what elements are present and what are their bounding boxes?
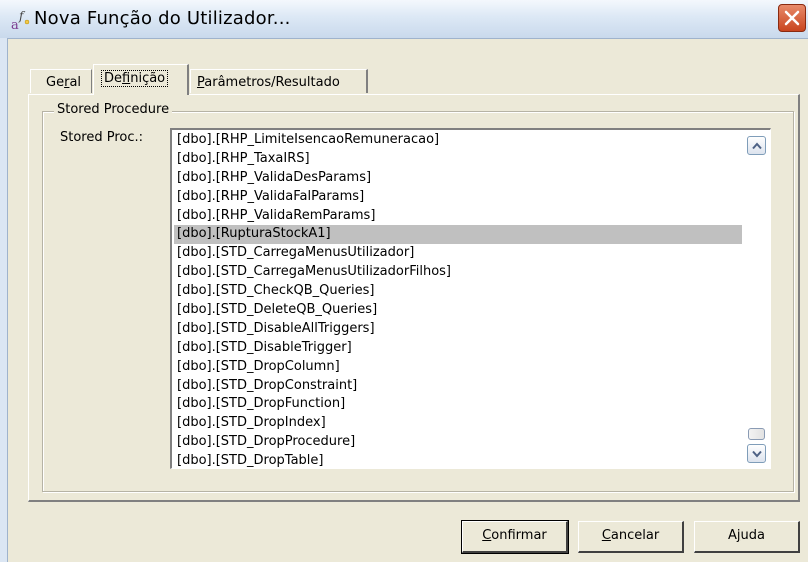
dialog-window: a f Nova Função do Utilizador... Geral D… [0,0,808,562]
scroll-up-button[interactable] [747,136,766,155]
list-item[interactable]: [dbo].[RHP_ValidaDesParams] [174,169,742,188]
list-item[interactable]: [dbo].[STD_DeleteQB_Queries] [174,301,742,320]
window-frame [0,38,8,562]
chevron-up-icon [752,142,762,150]
list-item[interactable]: [dbo].[RupturaStockA1] [174,225,742,245]
function-icon: a f [11,9,30,31]
cancel-button[interactable]: Cancelar [578,521,684,553]
tab-definicao[interactable]: Definição [93,64,189,95]
tab-geral[interactable]: Geral [30,69,92,93]
group-legend: Stored Procedure [54,102,173,117]
list-item[interactable]: [dbo].[STD_DropColumn] [174,358,742,377]
title-bar[interactable]: a f Nova Função do Utilizador... [0,0,808,39]
svg-text:a: a [11,18,19,31]
list-item[interactable]: [dbo].[STD_DropConstraint] [174,377,742,396]
list-item[interactable]: [dbo].[STD_DisableAllTriggers] [174,320,742,339]
list-item[interactable]: [dbo].[STD_CarregaMenusUtilizador] [174,244,742,263]
vertical-scrollbar[interactable] [746,130,768,468]
list-item[interactable]: [dbo].[STD_DropProcedure] [174,433,742,452]
list-item[interactable]: [dbo].[STD_DropIndex] [174,414,742,433]
stored-proc-label: Stored Proc.: [60,130,144,145]
list-item[interactable]: [dbo].[RHP_TaxaIRS] [174,150,742,169]
list-item[interactable]: [dbo].[STD_DropTable] [174,452,742,468]
stored-proc-listbox[interactable]: [dbo].[RHP_LimiteIsencaoRemuneracao] [dbo… [170,128,771,469]
list-item[interactable]: [dbo].[STD_CheckQB_Queries] [174,282,742,301]
list-item[interactable]: [dbo].[STD_DropFunction] [174,395,742,414]
list-item[interactable]: [dbo].[RHP_ValidaFalParams] [174,188,742,207]
window-title: Nova Função do Utilizador... [34,8,291,29]
list-item[interactable]: [dbo].[STD_CarregaMenusUtilizadorFilhos] [174,263,742,282]
list-items: [dbo].[RHP_LimiteIsencaoRemuneracao] [dbo… [174,131,742,468]
svg-text:f: f [18,9,26,23]
close-button[interactable] [778,4,806,32]
list-item[interactable]: [dbo].[STD_DisableTrigger] [174,339,742,358]
chevron-down-icon [752,450,762,458]
confirm-button[interactable]: Confirmar [461,520,569,554]
help-button[interactable]: Ajuda [694,521,800,553]
list-item[interactable]: [dbo].[RHP_ValidaRemParams] [174,207,742,226]
list-item[interactable]: [dbo].[RHP_LimiteIsencaoRemuneracao] [174,131,742,150]
close-icon [784,10,800,26]
tab-parametros-resultado[interactable]: Parâmetros/Resultado [190,69,368,93]
tab-focus-outline: Definição [101,70,169,87]
scroll-down-button[interactable] [747,444,766,463]
scroll-thumb[interactable] [748,428,765,440]
